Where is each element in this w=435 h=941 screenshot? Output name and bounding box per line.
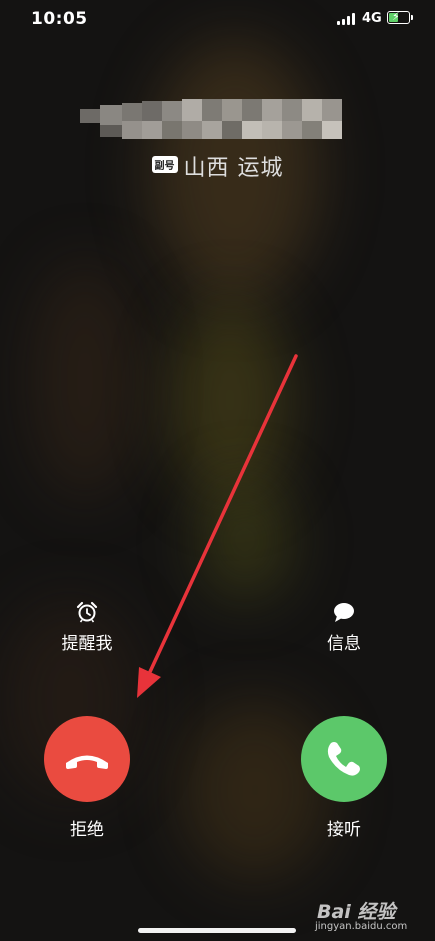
watermark-brand: Bai 经验	[317, 901, 396, 923]
home-indicator[interactable]	[138, 928, 296, 933]
annotation-arrow	[137, 354, 298, 698]
baidu-jingyan-watermark: Bai 经验 jingyan.baidu.com	[315, 895, 427, 941]
watermark-url: jingyan.baidu.com	[315, 921, 408, 932]
